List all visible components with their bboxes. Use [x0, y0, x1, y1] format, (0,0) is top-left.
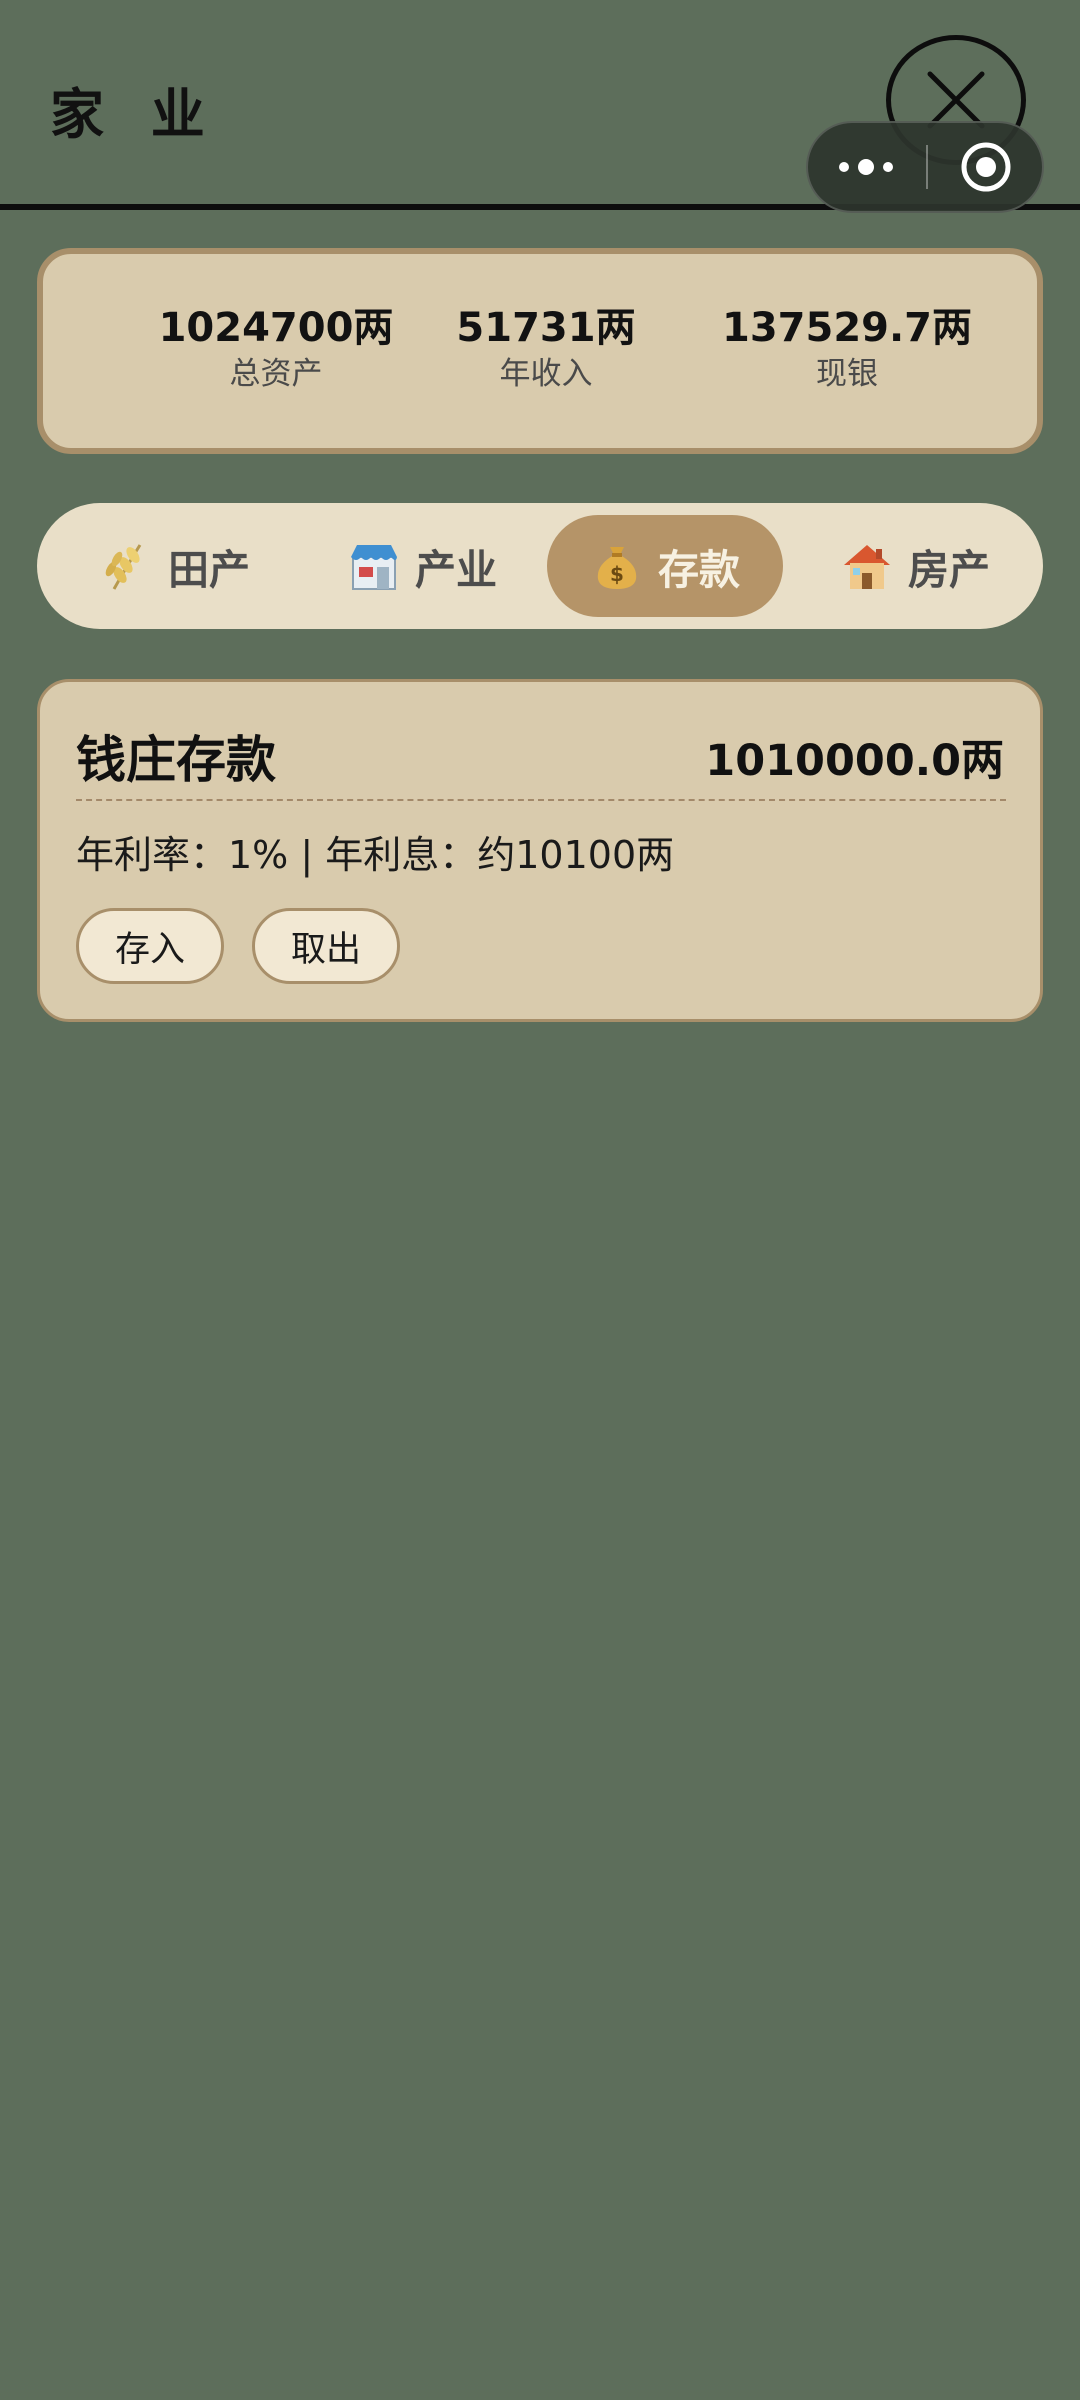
money-bag-icon: $ — [590, 539, 644, 593]
exit-button[interactable] — [928, 123, 1042, 211]
tab-property[interactable]: 房产 — [797, 515, 1033, 617]
stat-cash: 137529.7两 现银 — [697, 304, 997, 394]
target-icon — [961, 142, 1011, 192]
total-assets-value: 1024700两 — [158, 305, 394, 351]
svg-text:$: $ — [610, 562, 624, 586]
tab-industry[interactable]: 产业 — [304, 515, 540, 617]
cash-value: 137529.7两 — [721, 305, 973, 351]
tab-industry-label: 产业 — [415, 546, 497, 594]
annual-income-label: 年收入 — [499, 356, 593, 392]
stat-total-assets: 1024700两 总资产 — [126, 304, 426, 394]
deposit-button[interactable]: 存入 — [76, 908, 224, 984]
total-assets-label: 总资产 — [229, 356, 323, 392]
mini-program-capsule — [806, 121, 1044, 213]
assets-summary-card: 1024700两 总资产 51731两 年收入 137529.7两 现银 — [37, 248, 1043, 454]
shop-icon — [347, 539, 401, 593]
tab-deposit[interactable]: $ 存款 — [547, 515, 783, 617]
tab-property-label: 房产 — [908, 546, 990, 594]
deposit-title: 钱庄存款 — [76, 731, 276, 789]
bank-deposit-card: 钱庄存款 1010000.0两 年利率：1% | 年利息：约10100两 存入 … — [37, 679, 1043, 1022]
deposit-amount: 1010000.0两 — [705, 736, 1004, 786]
stat-annual-income: 51731两 年收入 — [396, 304, 696, 394]
dashed-divider — [76, 799, 1006, 801]
tab-fields-label: 田产 — [168, 546, 250, 594]
tab-fields[interactable]: 田产 — [57, 515, 293, 617]
tab-deposit-label: 存款 — [658, 546, 740, 594]
category-tabs: 田产 产业 $ 存款 房产 — [37, 503, 1043, 629]
more-dots-icon — [839, 159, 893, 175]
annual-income-value: 51731两 — [456, 305, 636, 351]
house-icon — [840, 539, 894, 593]
header-bar: 家 业 — [0, 0, 1080, 213]
withdraw-button[interactable]: 取出 — [252, 908, 400, 984]
page-title: 家 业 — [50, 83, 219, 146]
more-button[interactable] — [808, 123, 926, 211]
cash-label: 现银 — [816, 356, 878, 392]
interest-rate-text: 年利率：1% | 年利息：约10100两 — [76, 833, 675, 877]
wheat-icon — [100, 539, 154, 593]
